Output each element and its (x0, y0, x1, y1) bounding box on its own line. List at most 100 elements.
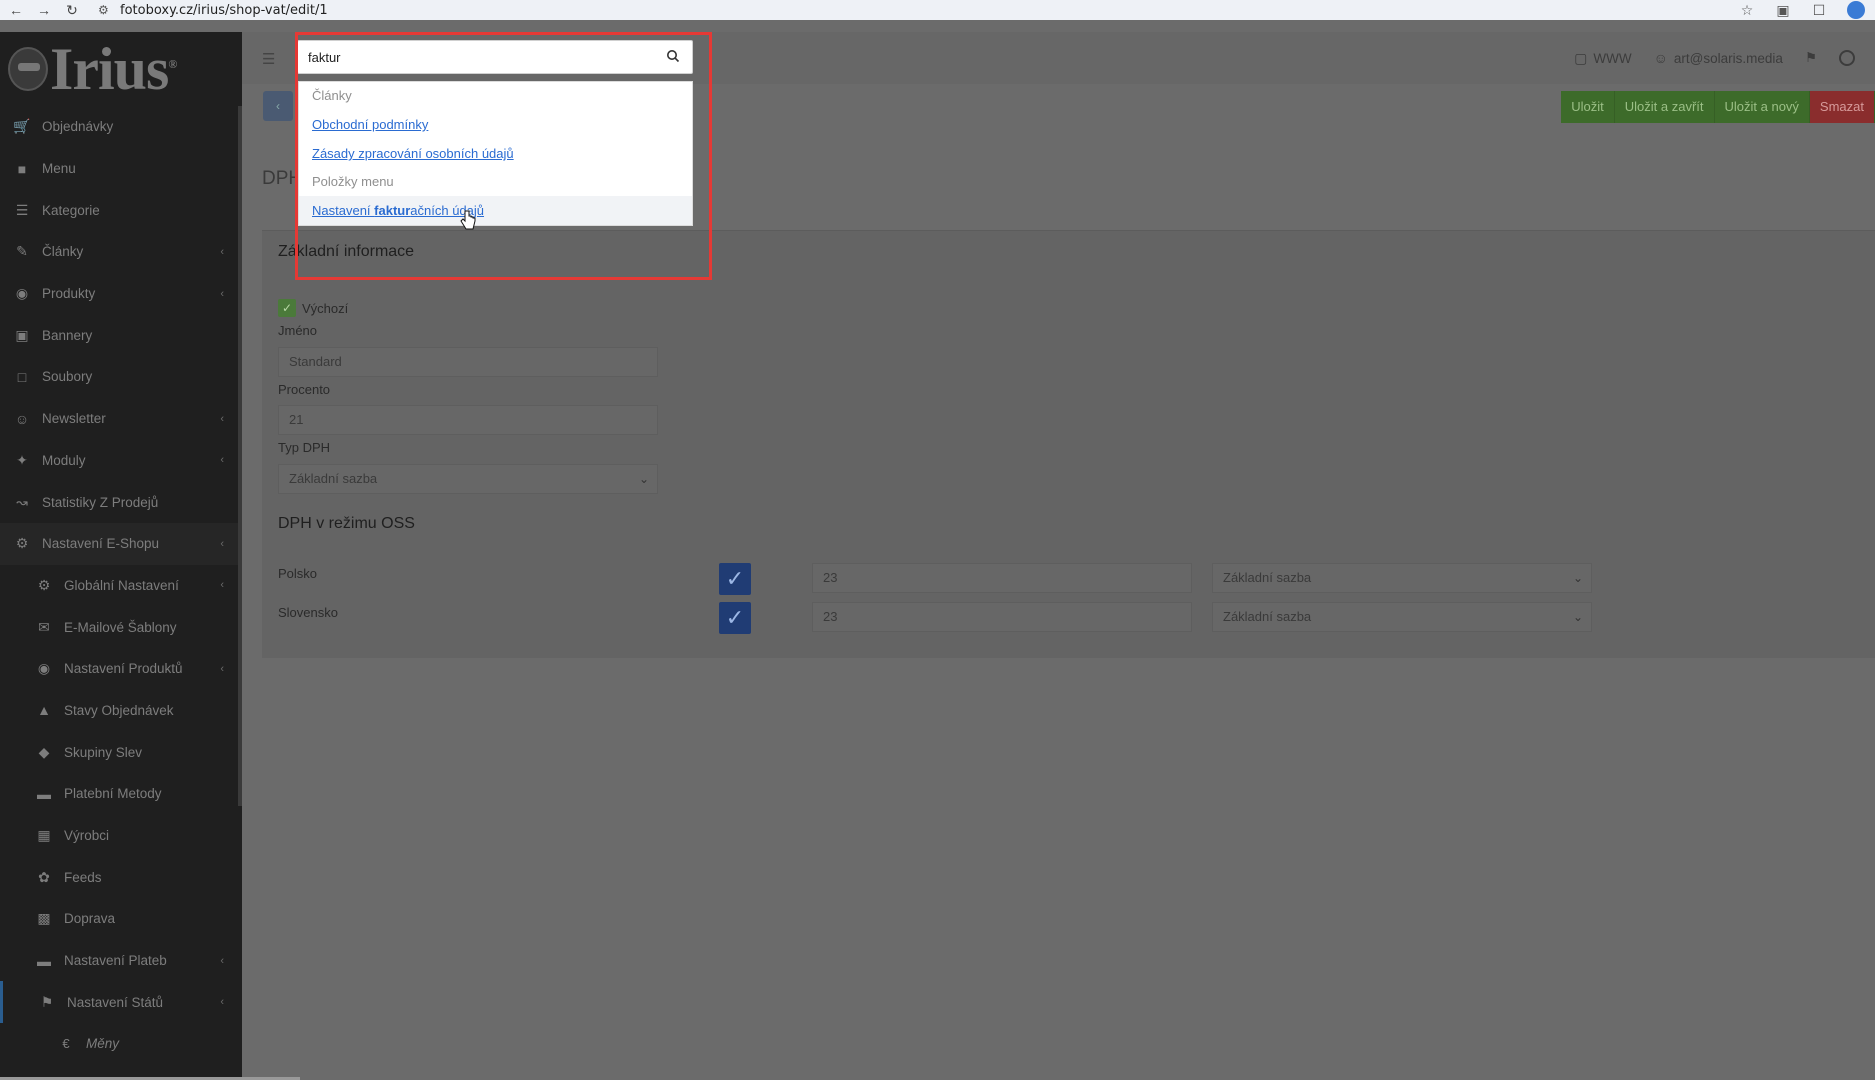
sidebar-item[interactable]: ⚙ Globální Nastavení ‹ (0, 565, 242, 607)
monitor-icon: ▢ (1574, 49, 1588, 66)
vat-type-select[interactable]: Základní sazba ⌄ (278, 464, 658, 494)
oss-type-select[interactable]: Základní sazba ⌄ (1212, 563, 1592, 593)
sidebar-item[interactable]: € Měny (0, 1023, 242, 1065)
name-input[interactable]: Standard (278, 347, 658, 377)
oss-type-select[interactable]: Základní sazba ⌄ (1212, 602, 1592, 632)
sidebar-item[interactable]: ↝ Statistiky Z Prodejů (0, 481, 242, 523)
result-group-title: Položky menu (312, 174, 394, 189)
user-email: art@solaris.media (1673, 50, 1783, 66)
back-button[interactable]: ‹ (263, 91, 293, 121)
action-buttons: Uložit Uložit a zavřít Uložit a nový Sma… (1561, 91, 1875, 123)
name-label: Jméno (278, 323, 318, 338)
sidebar-item[interactable]: ✎ Články ‹ (0, 231, 242, 273)
oss-type-value: Základní sazba (1223, 570, 1312, 585)
chevron-left-icon: ‹ (220, 245, 224, 258)
chevron-down-icon: ⌄ (1572, 610, 1583, 624)
search-input[interactable] (308, 41, 648, 73)
sidebar-item-label: Objednávky (42, 119, 114, 135)
star-icon[interactable]: ☆ (1729, 2, 1765, 19)
oss-rate-input[interactable]: 23 (812, 602, 1192, 632)
sidebar-item[interactable]: ☺ Newsletter ‹ (0, 398, 242, 440)
sidebar-item[interactable]: ✦ Moduly ‹ (0, 440, 242, 482)
sidebar-item[interactable]: ⚙ Nastavení E-Shopu ‹ (0, 522, 242, 565)
rss-icon: ✿ (38, 868, 50, 885)
sidebar-item[interactable]: ▦ Výrobci (0, 815, 242, 857)
profile-avatar[interactable] (1847, 1, 1865, 19)
sidebar-item[interactable]: ▣ Bannery (0, 314, 242, 356)
sidebar-item-label: Měny (86, 1036, 120, 1052)
sidebar-item[interactable]: ✉ E-Mailové Šablony (0, 606, 242, 648)
power-icon[interactable] (1839, 50, 1855, 66)
oss-rate-input[interactable]: 23 (812, 563, 1192, 593)
sidebar-item[interactable]: 🛒 Objednávky (0, 106, 242, 148)
hand-cursor-icon (460, 210, 476, 230)
globe-icon: ◉ (37, 660, 51, 677)
back-icon[interactable]: ← (4, 2, 28, 18)
site-info-icon[interactable]: ⚙ (98, 3, 114, 17)
sidebar-item[interactable]: ▩ Doprava (0, 898, 242, 940)
sidebar-item[interactable]: ◆ Skupiny Slev (0, 731, 242, 773)
globe-icon: ◉ (15, 285, 29, 302)
envelope-icon: ✉ (38, 618, 50, 635)
hamburger-menu-icon[interactable]: ☰ (262, 50, 276, 68)
sidebar-item[interactable]: ◉ Nastavení Produktů ‹ (0, 648, 242, 690)
result-link[interactable]: Zásady zpracování osobních údajů (299, 139, 692, 168)
sidebar-item[interactable]: □ Soubory (0, 356, 242, 398)
oss-enabled-checkbox[interactable]: ✓ (719, 602, 751, 634)
logo[interactable]: Irius® (0, 32, 242, 106)
reload-icon[interactable]: ↻ (60, 2, 84, 19)
euro-icon: € (62, 1036, 70, 1052)
chevron-down-icon: ⌄ (1572, 571, 1583, 585)
chevron-left-icon: ‹ (220, 454, 224, 467)
oss-country-label: Polsko (278, 566, 318, 581)
image-icon: ▣ (15, 326, 29, 343)
sidebar-item[interactable]: ◉ Produkty ‹ (0, 273, 242, 315)
result-link[interactable]: Nastavení fakturačních údajů (299, 196, 692, 225)
vat-type-label: Typ DPH (278, 440, 331, 455)
www-label: WWW (1593, 50, 1632, 66)
puzzle-icon: ✦ (16, 451, 28, 468)
flag-icon: ⚑ (40, 993, 54, 1010)
sidebar-item-label: E-Mailové Šablony (64, 619, 177, 635)
delete-button[interactable]: Smazat (1809, 91, 1875, 123)
sidebar-item[interactable]: ▬ Nastavení Plateb ‹ (0, 940, 242, 982)
sidebar-item[interactable]: ✿ Feeds (0, 856, 242, 898)
header-tools: ▢ WWW ☺ art@solaris.media ⚑ (1574, 32, 1875, 84)
user-menu[interactable]: ☺ art@solaris.media (1654, 50, 1783, 66)
card-icon: ▬ (37, 785, 51, 802)
chevron-down-icon: ⌄ (638, 472, 649, 486)
sidebar-item[interactable]: ▲ Stavy Objednávek (0, 690, 242, 732)
folder-icon: ■ (17, 160, 27, 177)
save-new-button[interactable]: Uložit a nový (1714, 91, 1810, 123)
search-icon[interactable] (666, 49, 680, 63)
oss-enabled-checkbox[interactable]: ✓ (719, 563, 751, 595)
result-group-title: Články (312, 88, 352, 103)
www-link[interactable]: ▢ WWW (1574, 50, 1631, 67)
language-flag-icon[interactable]: ⚑ (1805, 50, 1817, 66)
file-icon: □ (17, 368, 27, 385)
sidebar-item-label: Statistiky Z Prodejů (42, 494, 159, 510)
result-link[interactable]: Obchodní podmínky (299, 110, 692, 139)
extensions-icon[interactable]: ☐ (1801, 2, 1837, 19)
save-button[interactable]: Uložit (1561, 91, 1615, 123)
page-title: DPH (262, 168, 303, 189)
sidebar-item[interactable]: ■ Menu (0, 148, 242, 190)
search-results-dropdown: Články Obchodní podmínky Zásady zpracová… (298, 81, 693, 226)
sidebar-item-label: Doprava (64, 911, 116, 927)
sidebar-item[interactable]: ⚑ Nastavení Států ‹ (0, 981, 242, 1024)
sidebar-scrollbar[interactable] (238, 106, 242, 806)
address-bar[interactable]: fotoboxy.cz/irius/shop-vat/edit/1 (120, 3, 328, 18)
default-checkbox[interactable]: ✓ (278, 299, 296, 317)
sidebar-item[interactable]: ▬ Platební Metody (0, 773, 242, 815)
chevron-left-icon: ‹ (220, 662, 224, 675)
sidebar-item-label: Kategorie (42, 202, 100, 218)
save-close-button[interactable]: Uložit a zavřít (1614, 91, 1715, 123)
forward-icon[interactable]: → (32, 2, 56, 18)
percent-input[interactable]: 21 (278, 405, 658, 435)
sidebar: Irius® 🛒 Objednávky ■ Menu ☰ Kategorie ✎ Články… (0, 32, 300, 1080)
sidebar-item-label: Nastavení Států (67, 994, 164, 1010)
sidebar-item[interactable]: ☰ Kategorie (0, 189, 242, 231)
cast-icon[interactable]: ▣ (1765, 2, 1801, 19)
oss-country-label: Slovensko (278, 605, 338, 620)
chevron-left-icon: ‹ (220, 996, 224, 1009)
